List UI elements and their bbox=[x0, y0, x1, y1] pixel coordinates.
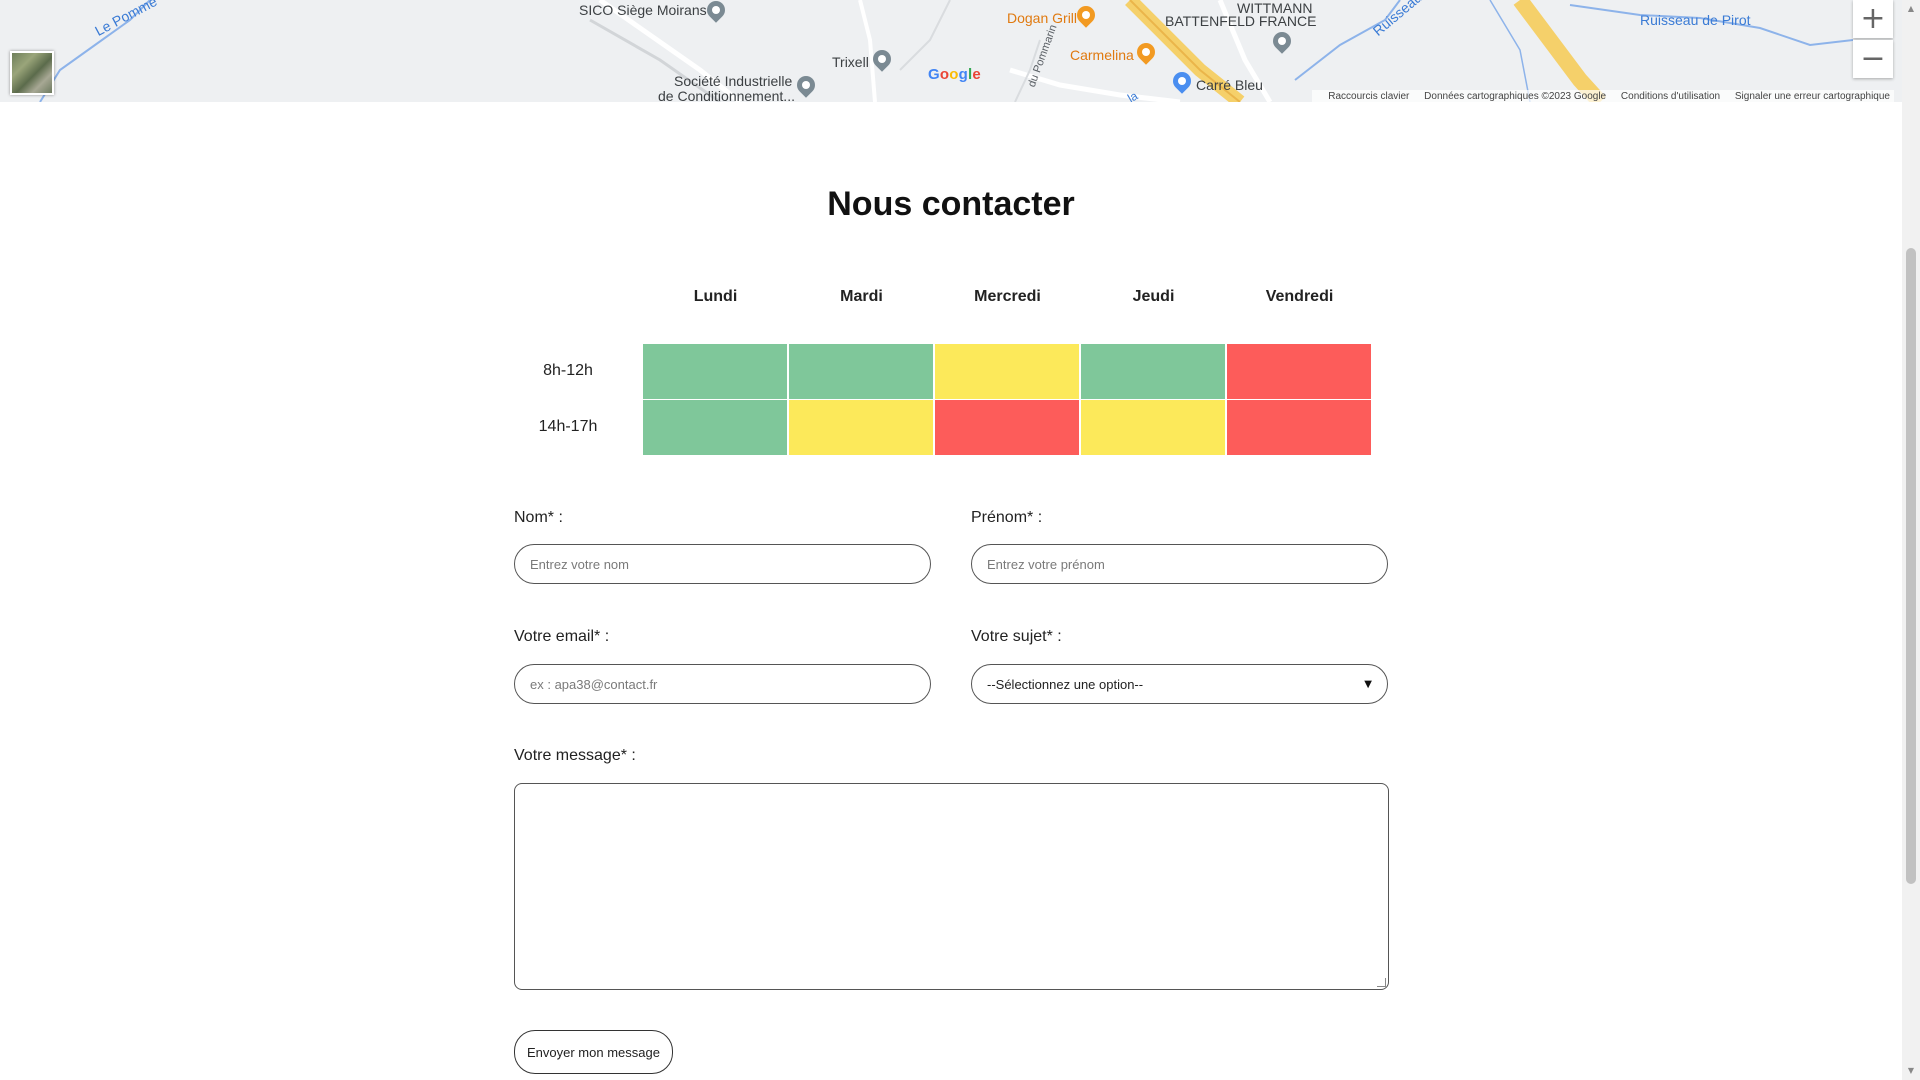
map-roads bbox=[39, 0, 1854, 102]
message-label: Votre message* : bbox=[514, 747, 636, 764]
zoom-in-button[interactable]: + bbox=[1853, 0, 1893, 38]
map-data-text: Données cartographiques ©2023 Google bbox=[1424, 91, 1607, 102]
scroll-up-icon[interactable]: ▲ bbox=[1906, 4, 1916, 14]
schedule-time-label: 14h-17h bbox=[538, 418, 598, 435]
schedule-day-header: Mardi bbox=[840, 288, 883, 305]
sujet-label: Votre sujet* : bbox=[971, 628, 1062, 645]
scrollbar-thumb[interactable] bbox=[1906, 248, 1916, 884]
schedule-cell-green bbox=[643, 344, 787, 399]
zoom-out-button[interactable]: − bbox=[1853, 40, 1893, 78]
schedule-day-header: Lundi bbox=[693, 288, 738, 305]
terms-link[interactable]: Conditions d'utilisation bbox=[1621, 91, 1720, 102]
sujet-select[interactable]: --Sélectionnez une option-- ▼ bbox=[971, 664, 1388, 704]
map-label-sico: SICO Siège Moirans bbox=[579, 2, 707, 18]
map-label-carre-bleu: Carré Bleu bbox=[1196, 77, 1263, 93]
schedule-day-header: Mercredi bbox=[974, 288, 1041, 305]
message-textarea[interactable] bbox=[514, 783, 1389, 990]
report-error-link[interactable]: Signaler une erreur cartographique bbox=[1735, 91, 1890, 102]
schedule-cell-yellow bbox=[789, 400, 933, 455]
prenom-label: Prénom* : bbox=[971, 509, 1043, 526]
map-label-societe-2: de Conditionnement... bbox=[658, 88, 795, 102]
page-title: Nous contacter bbox=[827, 185, 1075, 223]
scrollbar[interactable]: ▲ ▼ bbox=[1902, 0, 1920, 1080]
schedule-cell-yellow bbox=[935, 344, 1079, 399]
map-label-dogan: Dogan Grill bbox=[1007, 10, 1078, 26]
scroll-down-icon[interactable]: ▼ bbox=[1906, 1066, 1916, 1076]
schedule-cell-red bbox=[1227, 400, 1371, 455]
map[interactable]: Le Pomme SICO Siège Moirans Société Indu… bbox=[0, 0, 1902, 102]
map-attribution: Raccourcis clavier Données cartographiqu… bbox=[1312, 90, 1894, 102]
email-input[interactable] bbox=[514, 664, 931, 704]
nom-label: Nom* : bbox=[514, 509, 563, 526]
map-label-trixell: Trixell bbox=[832, 54, 869, 70]
schedule-cell-green bbox=[1081, 344, 1225, 399]
schedule-cell-yellow bbox=[1081, 400, 1225, 455]
schedule-cell-green bbox=[643, 400, 787, 455]
schedule-day-header: Vendredi bbox=[1265, 288, 1334, 305]
chevron-down-icon: ▼ bbox=[1364, 678, 1372, 690]
schedule-cell-green bbox=[789, 344, 933, 399]
google-logo: Google bbox=[928, 66, 981, 83]
sujet-selected-value: --Sélectionnez une option-- bbox=[987, 676, 1144, 692]
schedule-day-header: Jeudi bbox=[1132, 288, 1175, 305]
keyboard-shortcuts-link[interactable]: Raccourcis clavier bbox=[1328, 91, 1409, 102]
page: Le Pomme SICO Siège Moirans Société Indu… bbox=[0, 0, 1920, 1080]
map-satellite-toggle[interactable] bbox=[10, 51, 54, 95]
map-label-carmelina: Carmelina bbox=[1070, 47, 1134, 63]
map-label-societe-1: Société Industrielle bbox=[674, 73, 793, 89]
schedule-time-label: 8h-12h bbox=[543, 362, 593, 379]
resize-handle-icon[interactable] bbox=[1377, 978, 1386, 987]
schedule-cell-red bbox=[1227, 344, 1371, 399]
prenom-input[interactable] bbox=[971, 544, 1388, 584]
map-label-wittmann-2: BATTENFELD FRANCE bbox=[1165, 13, 1317, 29]
nom-input[interactable] bbox=[514, 544, 931, 584]
submit-button[interactable]: Envoyer mon message bbox=[514, 1030, 673, 1074]
email-label: Votre email* : bbox=[514, 628, 610, 645]
map-label-ruisseau-pirot: Ruisseau de Pirot bbox=[1640, 12, 1751, 28]
schedule-cell-red bbox=[935, 400, 1079, 455]
